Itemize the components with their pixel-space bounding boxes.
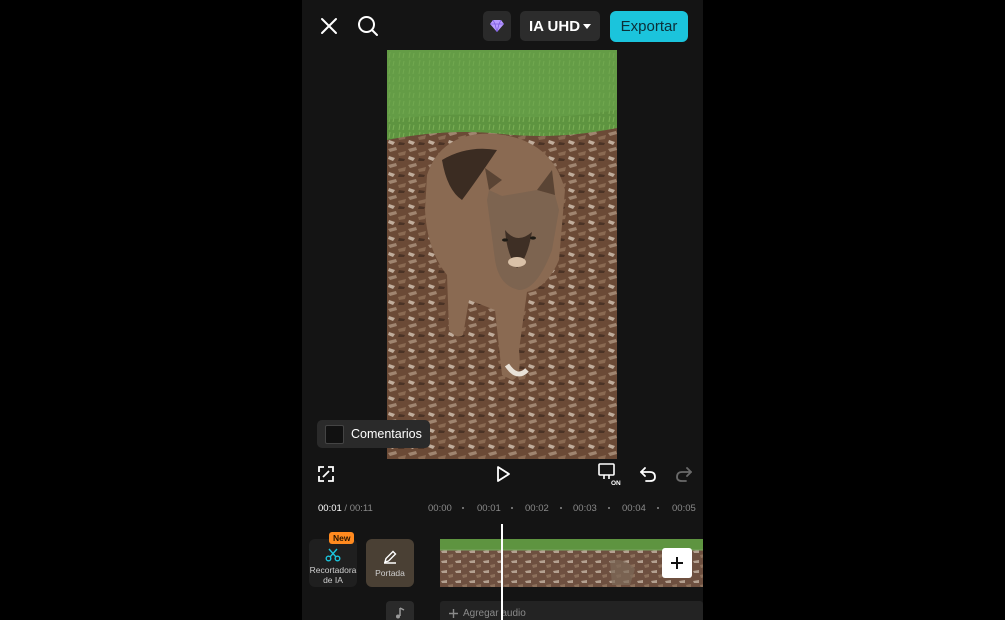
ruler-dot xyxy=(511,507,513,509)
scissors-icon xyxy=(325,548,341,562)
plus-icon xyxy=(671,557,683,569)
search-icon xyxy=(358,16,378,36)
ruler-tick-label: 00:03 xyxy=(573,503,597,514)
pencil-icon xyxy=(383,550,397,564)
ruler-dot xyxy=(462,507,464,509)
editor-screen: IA UHD Exportar Comentarios ON 00:01 / 0… xyxy=(302,0,703,620)
close-button[interactable] xyxy=(318,14,340,38)
pro-gem-button[interactable] xyxy=(483,11,511,41)
add-clip-button[interactable] xyxy=(662,548,692,578)
timeline-ruler[interactable]: 00:00 00:01 00:02 00:03 00:04 00:05 xyxy=(426,503,703,515)
ruler-tick-label: 00:02 xyxy=(525,503,549,514)
quality-label: IA UHD xyxy=(528,17,581,35)
ai-cutout-button[interactable]: Recortadora de IA xyxy=(309,539,357,587)
timecode: 00:01 / 00:11 xyxy=(318,503,373,514)
svg-text:ON: ON xyxy=(611,480,621,486)
ruler-tick-label: 00:01 xyxy=(477,503,501,514)
redo-icon xyxy=(676,467,692,482)
current-time: 00:01 xyxy=(318,503,342,514)
music-note-icon xyxy=(396,607,405,619)
close-icon xyxy=(321,18,337,34)
redo-button[interactable] xyxy=(675,464,693,484)
time-separator: / xyxy=(341,503,350,514)
preview-frame xyxy=(387,50,617,459)
play-icon xyxy=(497,466,510,482)
ai-cutout-label-line1: Recortadora xyxy=(309,565,357,575)
ruler-dot xyxy=(657,507,659,509)
gem-icon xyxy=(490,20,504,32)
add-audio-button[interactable]: Agregar audio xyxy=(440,601,703,620)
ruler-dot xyxy=(608,507,610,509)
cover-label: Portada xyxy=(375,568,405,578)
device-on-icon: ON xyxy=(598,463,621,486)
ruler-tick-label: 00:05 xyxy=(672,503,696,514)
new-badge: New xyxy=(329,532,355,544)
audio-track-icon-button[interactable] xyxy=(386,601,414,620)
cover-button[interactable]: Portada xyxy=(366,539,414,587)
fullscreen-icon xyxy=(318,466,334,482)
play-button[interactable] xyxy=(493,464,513,484)
ruler-tick-label: 00:04 xyxy=(622,503,646,514)
export-label: Exportar xyxy=(620,18,678,35)
caret-down-icon xyxy=(583,23,592,29)
quality-dropdown[interactable]: IA UHD xyxy=(520,11,600,41)
undo-button[interactable] xyxy=(639,464,657,484)
total-time: 00:11 xyxy=(349,503,373,514)
ruler-tick-label: 00:00 xyxy=(428,503,452,514)
ruler-dot xyxy=(560,507,562,509)
comments-thumbnail xyxy=(325,424,344,444)
export-button[interactable]: Exportar xyxy=(610,11,688,42)
fullscreen-button[interactable] xyxy=(317,464,335,484)
plus-small-icon xyxy=(449,608,458,618)
undo-icon xyxy=(640,467,656,482)
comments-label: Comentarios xyxy=(351,427,422,441)
add-audio-label: Agregar audio xyxy=(463,607,526,619)
playhead[interactable] xyxy=(501,524,503,620)
ai-cutout-label-line2: de IA xyxy=(323,575,343,585)
device-preview-toggle[interactable]: ON xyxy=(598,462,622,486)
comments-button[interactable]: Comentarios xyxy=(317,420,430,448)
video-preview[interactable] xyxy=(387,50,617,459)
search-button[interactable] xyxy=(356,13,380,39)
